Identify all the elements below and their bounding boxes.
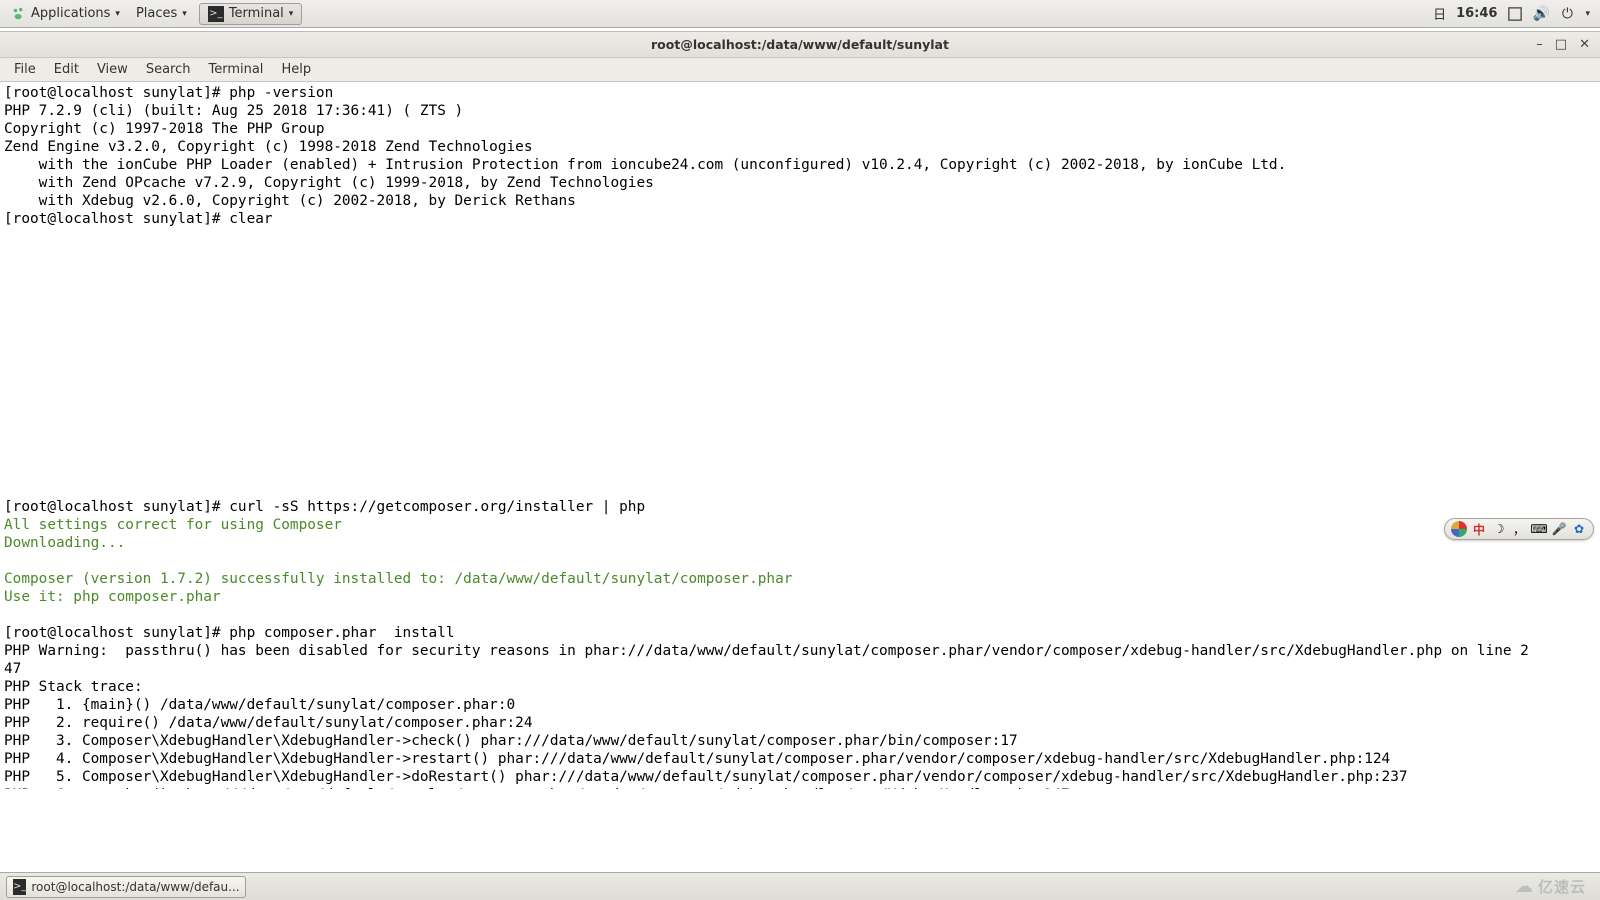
term-block1: [root@localhost sunylat]# php -version P… <box>4 85 1286 227</box>
watermark: ☁ 亿速云 <box>1515 876 1594 897</box>
menu-view[interactable]: View <box>89 60 136 79</box>
close-button[interactable]: ✕ <box>1579 37 1590 52</box>
ime-moon-icon[interactable]: ☽ <box>1491 521 1507 537</box>
window-controls: – □ ✕ <box>1536 37 1600 52</box>
composer-msg-4: Use it: php composer.phar <box>4 589 221 605</box>
terminal-viewport[interactable]: [root@localhost sunylat]# php -version P… <box>0 82 1600 789</box>
window-overview-icon[interactable] <box>1507 6 1523 22</box>
ime-keyboard-icon[interactable]: ⌨ <box>1531 521 1547 537</box>
menu-search[interactable]: Search <box>138 60 199 79</box>
minimize-button[interactable]: – <box>1536 37 1543 52</box>
places-menu[interactable]: Places ▾ <box>128 0 195 27</box>
panel-task-terminal[interactable]: >_ Terminal ▾ <box>199 3 302 25</box>
ime-toolbar[interactable]: 中 ☽ ， ⌨ 🎤 ✿ <box>1444 518 1594 540</box>
maximize-button[interactable]: □ <box>1555 37 1567 52</box>
ime-punct-icon[interactable]: ， <box>1511 521 1527 537</box>
clock[interactable]: 16:46 <box>1456 6 1497 21</box>
ime-logo-icon[interactable] <box>1451 521 1467 537</box>
ime-cn-icon[interactable]: 中 <box>1471 521 1487 537</box>
terminal-icon: >_ <box>208 6 224 22</box>
menu-help[interactable]: Help <box>273 60 319 79</box>
menu-terminal[interactable]: Terminal <box>200 60 271 79</box>
watermark-text: 亿速云 <box>1538 876 1586 897</box>
ime-mic-icon[interactable]: 🎤 <box>1551 521 1567 537</box>
caret-down-icon: ▾ <box>115 9 120 19</box>
gnome-foot-icon <box>12 7 26 21</box>
terminal-menubar: File Edit View Search Terminal Help <box>0 58 1600 82</box>
applications-menu-label: Applications <box>31 6 110 21</box>
places-menu-label: Places <box>136 6 177 21</box>
terminal-icon: >_ <box>13 879 26 895</box>
power-icon[interactable]: ⏻ <box>1559 6 1575 22</box>
gnome-top-panel: Applications ▾ Places ▾ >_ Terminal ▾ 日 … <box>0 0 1600 28</box>
bottom-taskbar: >_ root@localhost:/data/www/defau... ☁ 亿… <box>0 872 1600 900</box>
menu-file[interactable]: File <box>6 60 44 79</box>
system-tray: 日 16:46 🔊 ⏻ ▾ <box>1433 4 1596 23</box>
caret-down-icon: ▾ <box>289 9 294 19</box>
applications-menu[interactable]: Applications ▾ <box>4 0 128 27</box>
ime-gear-icon[interactable]: ✿ <box>1571 521 1587 537</box>
composer-msg-2: Downloading... <box>4 535 125 551</box>
menu-edit[interactable]: Edit <box>46 60 87 79</box>
term-curl: [root@localhost sunylat]# curl -sS https… <box>4 499 645 515</box>
task-button-terminal[interactable]: >_ root@localhost:/data/www/defau... <box>6 876 246 898</box>
caret-down-icon[interactable]: ▾ <box>1585 9 1590 19</box>
day-glyph: 日 <box>1433 4 1446 23</box>
task-button-label: root@localhost:/data/www/defau... <box>31 880 239 894</box>
composer-msg-1: All settings correct for using Composer <box>4 517 342 533</box>
panel-task-label: Terminal <box>229 6 284 21</box>
window-titlebar[interactable]: root@localhost:/data/www/default/sunylat… <box>0 32 1600 58</box>
composer-msg-3: Composer (version 1.7.2) successfully in… <box>4 571 792 587</box>
term-block3: [root@localhost sunylat]# php composer.p… <box>4 625 1529 789</box>
cloud-icon: ☁ <box>1515 876 1534 897</box>
window-title: root@localhost:/data/www/default/sunylat <box>0 37 1600 52</box>
volume-icon[interactable]: 🔊 <box>1533 6 1549 22</box>
terminal-window: root@localhost:/data/www/default/sunylat… <box>0 31 1600 789</box>
caret-down-icon: ▾ <box>182 9 187 19</box>
